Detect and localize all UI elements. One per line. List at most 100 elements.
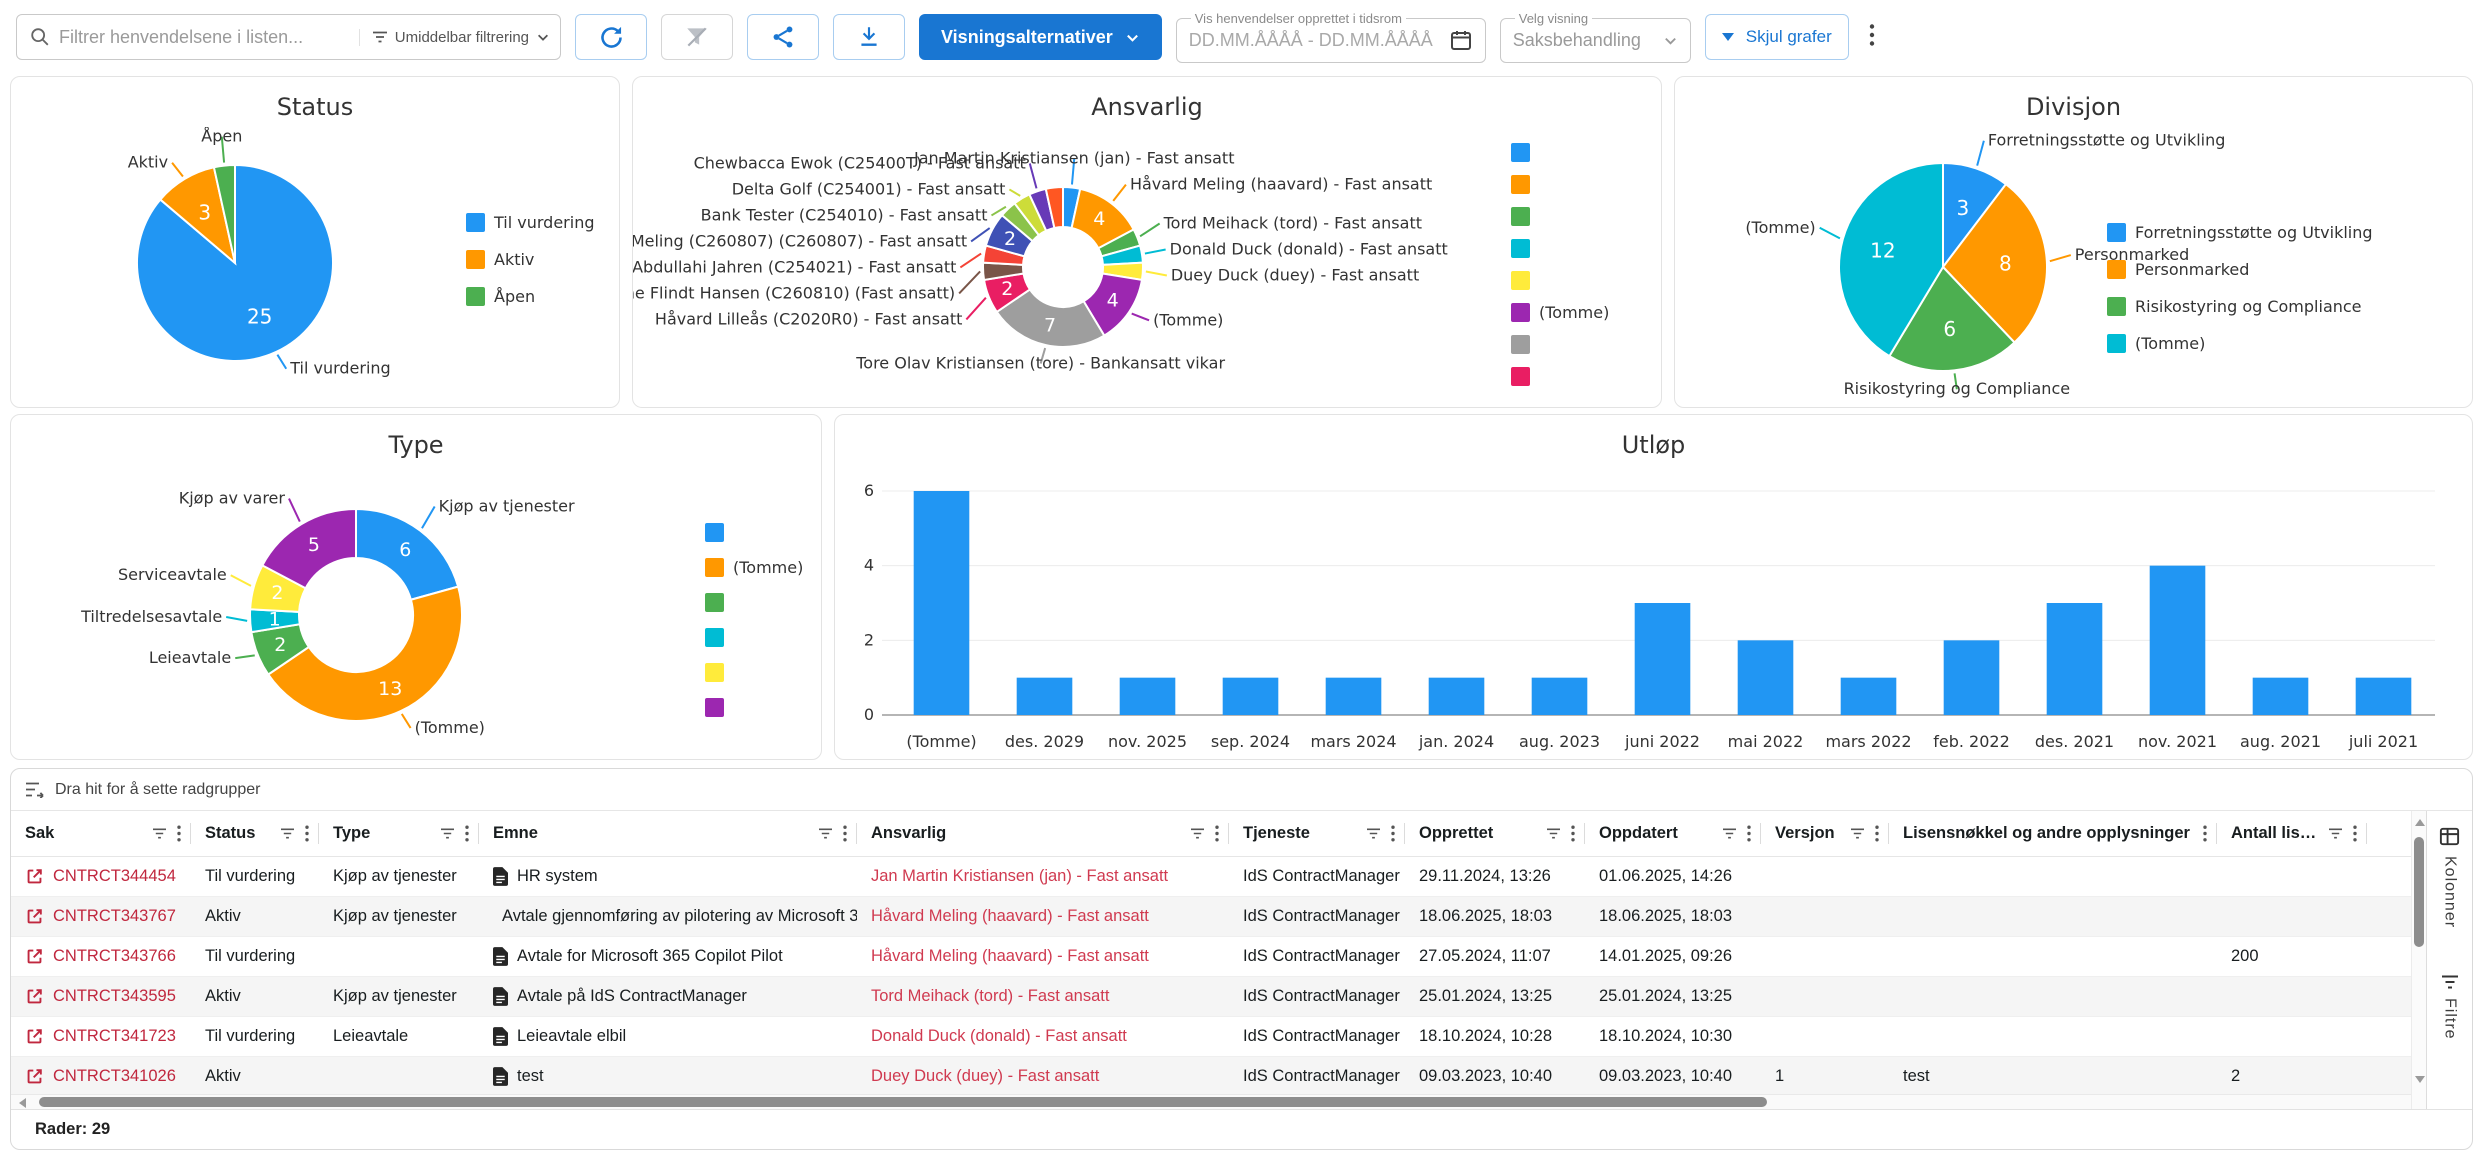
legend-label: Personmarked [2135, 260, 2249, 279]
bar [1120, 678, 1176, 715]
legend-swatch [1511, 239, 1530, 258]
column-header-oppdatert[interactable]: Oppdatert [1585, 811, 1761, 856]
column-header-type[interactable]: Type [319, 811, 479, 856]
slice-category-label: Bank Tester (C254010) - Fast ansatt [701, 205, 988, 224]
column-filter-icon[interactable] [1722, 827, 1737, 840]
chevron-down-icon [536, 30, 550, 44]
vertical-scroll-thumb[interactable] [2414, 837, 2424, 947]
column-header-antall[interactable]: Antall lisenser [2217, 811, 2367, 856]
column-header-tjeneste[interactable]: Tjeneste [1229, 811, 1405, 856]
toolbar-menu-button[interactable] [1863, 19, 1881, 56]
table-row[interactable]: CNTRCT341723Til vurderingLeieavtaleLeiea… [11, 1017, 2411, 1057]
table-row[interactable]: CNTRCT341026AktivtestDuey Duck (duey) - … [11, 1057, 2411, 1094]
horizontal-scrollbar[interactable] [11, 1094, 2411, 1109]
legend-item[interactable] [1511, 335, 1609, 354]
legend-item[interactable]: Personmarked [2107, 260, 2373, 279]
instant-filter-dropdown[interactable]: Umiddelbar filtrering [359, 29, 550, 46]
column-filter-icon[interactable] [2328, 827, 2343, 840]
table-row[interactable]: CNTRCT343766Til vurderingAvtale for Micr… [11, 937, 2411, 977]
sak-link[interactable]: CNTRCT341026 [25, 1067, 176, 1086]
chevron-down-icon [1125, 30, 1140, 45]
chart-title-status: Status [11, 77, 619, 127]
date-range-input[interactable] [1189, 30, 1439, 51]
table-row[interactable]: CNTRCT343595AktivKjøp av tjenesterAvtale… [11, 977, 2411, 1017]
column-filter-icon[interactable] [1366, 827, 1381, 840]
column-filter-icon[interactable] [1850, 827, 1865, 840]
cell-sak: CNTRCT341026 [11, 1057, 191, 1094]
sak-link[interactable]: CNTRCT343767 [25, 907, 176, 926]
view-options-button[interactable]: Visningsalternativer [919, 14, 1162, 60]
legend-item[interactable]: Risikostyring og Compliance [2107, 297, 2373, 316]
column-filter-icon[interactable] [440, 827, 455, 840]
bar [2150, 566, 2206, 715]
column-filter-icon[interactable] [152, 827, 167, 840]
scroll-left-arrow[interactable] [19, 1098, 26, 1108]
column-label: Versjon [1775, 824, 1844, 843]
column-filter-icon[interactable] [1190, 827, 1205, 840]
calendar-icon[interactable] [1449, 28, 1473, 52]
cell-emne: Leieavtale elbil [479, 1017, 857, 1056]
table-row[interactable]: CNTRCT343767AktivKjøp av tjenesterAvtale… [11, 897, 2411, 937]
slice-category-label: Duey Duck (duey) - Fast ansatt [1171, 266, 1419, 285]
legend-item[interactable]: Åpen [466, 287, 594, 306]
legend-item[interactable]: (Tomme) [2107, 334, 2373, 353]
search-input[interactable] [59, 27, 359, 48]
column-header-status[interactable]: Status [191, 811, 319, 856]
column-menu-icon[interactable] [2203, 825, 2207, 842]
sak-link[interactable]: CNTRCT343766 [25, 947, 176, 966]
legend-swatch [705, 523, 724, 542]
slice-category-label: Tiltredelsesavtale [80, 607, 222, 626]
row-group-dropzone[interactable]: Dra hit for å sette radgrupper [11, 769, 2472, 811]
column-header-versjon[interactable]: Versjon [1761, 811, 1889, 856]
sak-link[interactable]: CNTRCT344454 [25, 867, 176, 886]
cell-opprettet: 27.05.2024, 11:07 [1405, 937, 1585, 976]
table-row[interactable]: CNTRCT344454Til vurderingKjøp av tjenest… [11, 857, 2411, 897]
legend-item[interactable]: Til vurdering [466, 213, 594, 232]
refresh-button[interactable] [575, 14, 647, 60]
legend-item[interactable] [1511, 207, 1609, 226]
x-axis-label: feb. 2022 [1933, 732, 2010, 751]
cell-ansvarlig: Tord Meihack (tord) - Fast ansatt [857, 977, 1229, 1016]
column-header-ansvarlig[interactable]: Ansvarlig [857, 811, 1229, 856]
legend-item[interactable] [1511, 143, 1609, 162]
legend-item[interactable] [1511, 175, 1609, 194]
legend-item[interactable] [705, 523, 803, 542]
share-button[interactable] [747, 14, 819, 60]
legend-item[interactable] [1511, 239, 1609, 258]
legend-item[interactable]: Aktiv [466, 250, 594, 269]
side-tab-filtre[interactable]: Filtre [2441, 974, 2459, 1040]
view-select[interactable]: Saksbehandling [1513, 30, 1678, 51]
legend-item[interactable]: Forretningsstøtte og Utvikling [2107, 223, 2373, 242]
legend-item[interactable] [1511, 367, 1609, 386]
legend-swatch [1511, 271, 1530, 290]
slice-value-label: 2 [1001, 278, 1013, 300]
cell-opprettet: 09.03.2023, 10:40 [1405, 1057, 1585, 1094]
column-filter-icon[interactable] [818, 827, 833, 840]
column-filter-icon[interactable] [280, 827, 295, 840]
legend-item[interactable] [705, 593, 803, 612]
legend-item[interactable] [705, 698, 803, 717]
column-filter-icon[interactable] [1546, 827, 1561, 840]
column-header-emne[interactable]: Emne [479, 811, 857, 856]
download-button[interactable] [833, 14, 905, 60]
column-header-lisensnokkel[interactable]: Lisensnøkkel og andre opplysninger [1889, 811, 2217, 856]
chart-title-utlop: Utløp [835, 415, 2472, 465]
download-icon [856, 24, 882, 50]
side-tab-kolonner[interactable]: Kolonner [2438, 825, 2461, 928]
scroll-down-arrow[interactable] [2415, 1076, 2425, 1083]
legend-item[interactable]: (Tomme) [1511, 303, 1609, 322]
scroll-up-arrow[interactable] [2415, 819, 2425, 826]
legend-item[interactable]: (Tomme) [705, 558, 803, 577]
sak-link[interactable]: CNTRCT341723 [25, 1027, 176, 1046]
document-icon [493, 1027, 508, 1046]
sak-link[interactable]: CNTRCT343595 [25, 987, 176, 1006]
column-header-sak[interactable]: Sak [11, 811, 191, 856]
legend-item[interactable] [705, 628, 803, 647]
cell-type: Kjøp av tjenester [319, 977, 479, 1016]
vertical-scrollbar[interactable] [2411, 811, 2426, 1109]
legend-item[interactable] [705, 663, 803, 682]
legend-item[interactable] [1511, 271, 1609, 290]
hide-charts-button[interactable]: Skjul grafer [1705, 14, 1849, 60]
horizontal-scroll-thumb[interactable] [39, 1097, 1767, 1107]
column-header-opprettet[interactable]: Opprettet [1405, 811, 1585, 856]
